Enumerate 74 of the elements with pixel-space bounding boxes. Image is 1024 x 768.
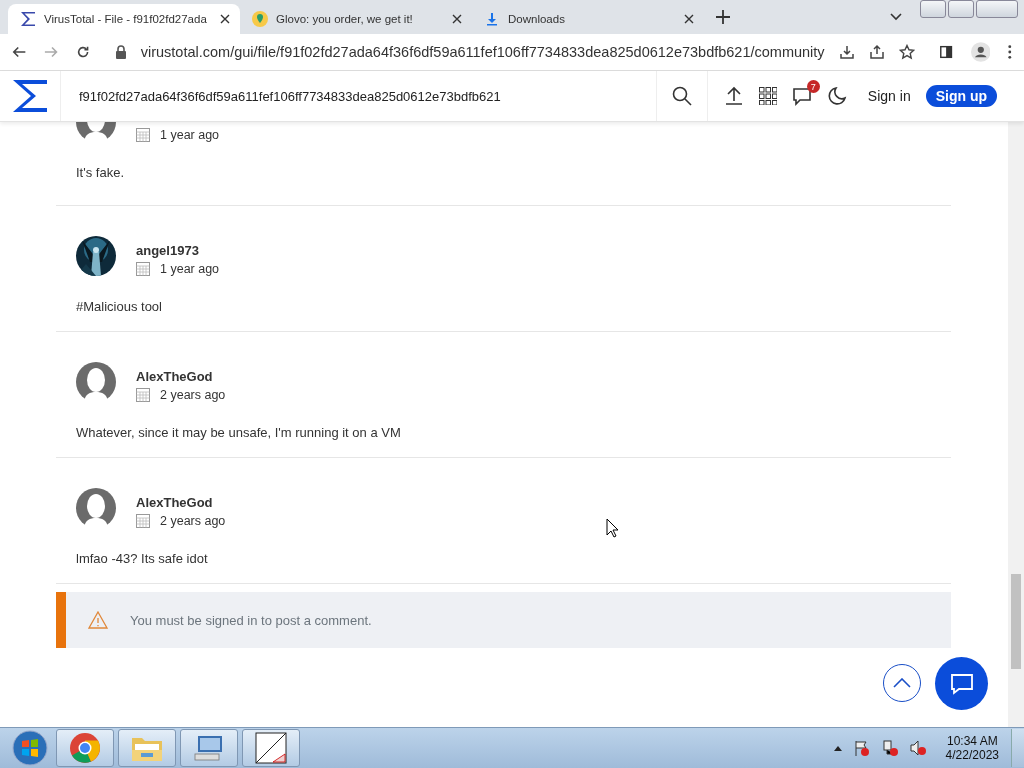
close-icon[interactable] (452, 14, 462, 24)
clock-date[interactable]: 4/22/2023 (945, 748, 999, 762)
network-icon[interactable] (881, 740, 898, 756)
star-icon[interactable] (898, 44, 915, 60)
browser-tab[interactable]: VirusTotal - File - f91f02fd27ada (8, 4, 240, 34)
close-icon[interactable] (220, 14, 230, 24)
search-icon (671, 86, 692, 106)
avatar-icon (76, 488, 116, 528)
taskbar-button[interactable] (180, 729, 238, 767)
upload-icon[interactable] (723, 86, 744, 106)
chrome-icon (69, 732, 101, 764)
comment-date: 2 years ago (160, 514, 226, 528)
calendar-icon (136, 514, 150, 528)
taskbar-button[interactable] (56, 729, 114, 767)
mouse-pointer-icon (606, 518, 619, 538)
comment-text: It's fake. (76, 165, 125, 180)
moon-icon[interactable] (826, 86, 847, 106)
lock-icon (114, 45, 127, 59)
user-name[interactable]: angel1973 (136, 243, 220, 258)
taskbar-button[interactable] (242, 729, 300, 767)
sigma-logo-icon[interactable] (12, 79, 48, 113)
speaker-icon[interactable] (909, 740, 926, 756)
install-icon[interactable] (838, 44, 855, 60)
flag-icon[interactable] (853, 740, 870, 756)
search-button[interactable] (655, 71, 708, 121)
close-icon[interactable] (684, 14, 694, 24)
computer-icon (193, 734, 225, 762)
reload-icon[interactable] (76, 44, 91, 60)
sign-up-button[interactable]: Sign up (925, 85, 997, 107)
more-icon[interactable] (1008, 44, 1012, 60)
tab-title: Downloads (508, 13, 566, 25)
chevron-down-icon[interactable] (890, 13, 902, 21)
notice-text: You must be signed in to post a comment. (130, 612, 372, 628)
location-pin-icon (252, 11, 268, 27)
warning-icon (88, 611, 108, 629)
comment-date: 1 year ago (160, 262, 220, 276)
user-name[interactable]: AlexTheGod (136, 369, 226, 384)
browser-tab[interactable]: Glovo: you order, we get it! (240, 4, 472, 34)
window-controls[interactable] (920, 0, 1018, 18)
start-button[interactable] (12, 730, 48, 766)
notification-badge: 7 (806, 80, 820, 93)
profile-icon[interactable] (970, 41, 991, 63)
caret-up-icon[interactable] (833, 745, 842, 751)
search-field[interactable]: f91f02fd27ada64f36f6df59a611fef106ff7734833dea825d0612e73bdfb621 (61, 88, 656, 104)
share-icon[interactable] (868, 44, 885, 60)
tab-title: Glovo: you order, we get it! (276, 13, 414, 25)
plus-icon[interactable] (716, 10, 730, 24)
tab-title: VirusTotal - File - f91f02fd27ada (44, 13, 208, 25)
chat-icon (949, 672, 974, 695)
chat-icon[interactable] (791, 86, 812, 106)
calendar-icon (136, 262, 150, 276)
user-name[interactable]: AlexTheGod (136, 495, 226, 510)
back-icon[interactable] (12, 44, 27, 60)
sigma-logo-icon (20, 11, 36, 27)
chevron-up-icon (893, 678, 911, 688)
sign-in-link[interactable]: Sign in (867, 88, 911, 104)
calendar-icon (136, 128, 150, 142)
app-icon (255, 732, 287, 764)
comment-text: Whatever, since it may be unsafe, I'm running it on a VM (76, 425, 402, 440)
comment-date: 1 year ago (160, 128, 220, 142)
clock-time[interactable]: 10:34 AM (946, 734, 998, 748)
taskbar-button[interactable] (118, 729, 176, 767)
grid-icon[interactable] (758, 87, 777, 105)
avatar-icon (76, 362, 116, 402)
scrollbar[interactable] (1008, 122, 1024, 727)
download-icon (484, 11, 500, 27)
browser-tab[interactable]: Downloads (472, 4, 704, 34)
chat-button[interactable] (935, 657, 988, 710)
comment-date: 2 years ago (160, 388, 226, 402)
comment-text: #Malicious tool (76, 299, 163, 314)
scroll-to-top-button[interactable] (883, 664, 921, 702)
calendar-icon (136, 388, 150, 402)
side-panel-icon[interactable] (938, 44, 953, 60)
comment-text: lmfao -43? Its safe idot (76, 551, 209, 566)
